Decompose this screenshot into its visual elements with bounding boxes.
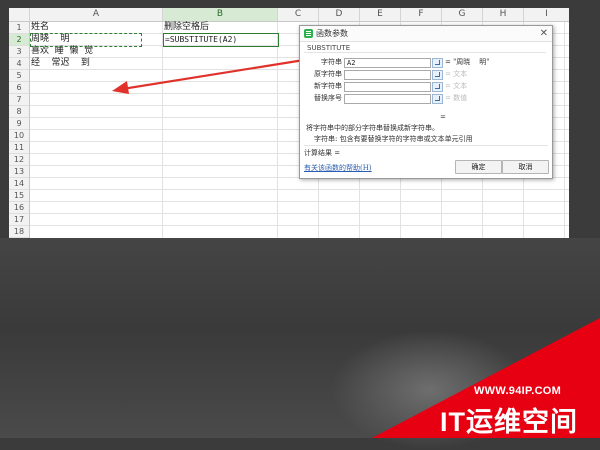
watermark-banner [372, 318, 600, 438]
watermark-url: WWW.94IP.COM [474, 385, 562, 397]
watermark-brand: IT运维空间 [440, 407, 578, 437]
